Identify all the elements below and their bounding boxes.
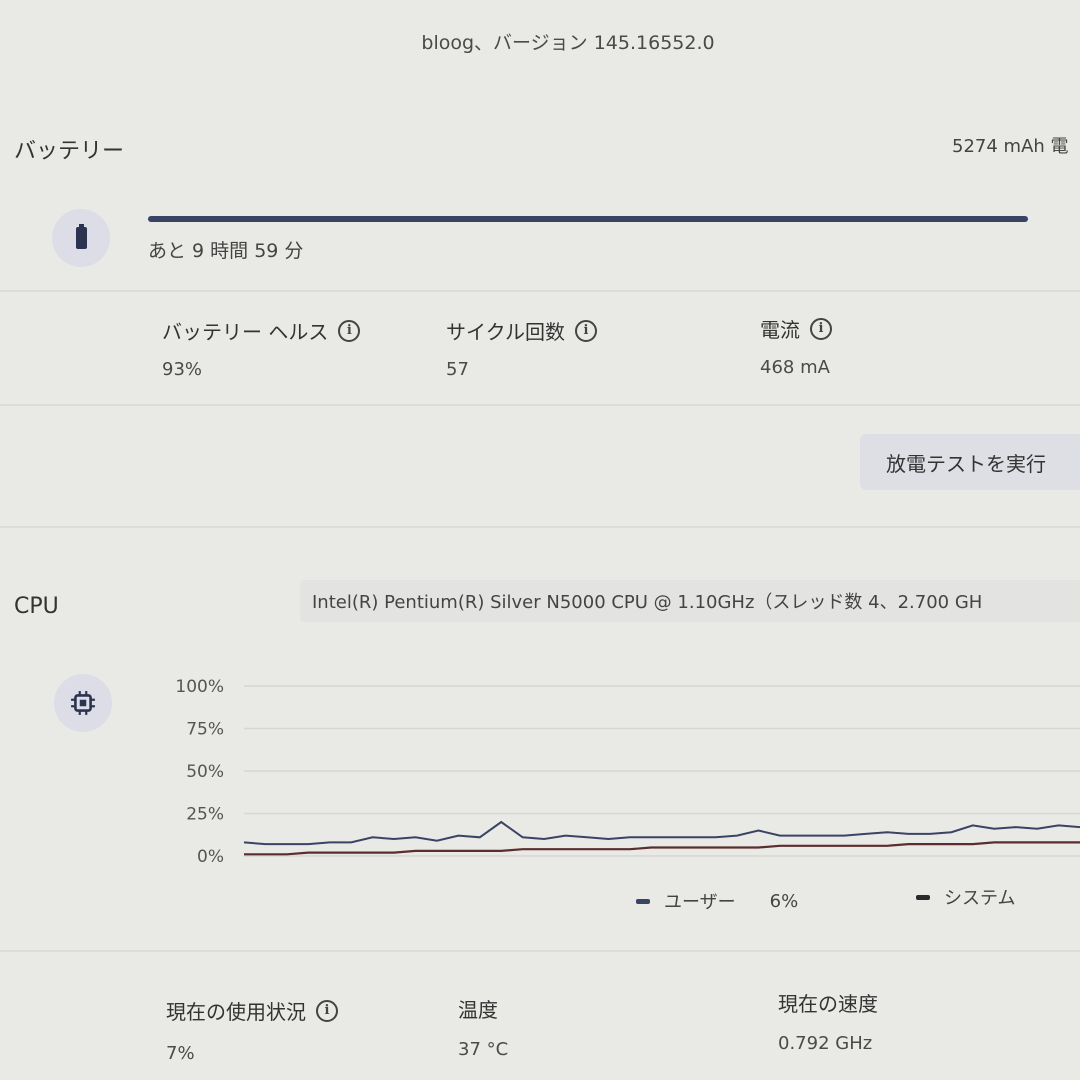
- current-speed-value: 0.792 GHz: [778, 1033, 873, 1054]
- legend-system-label: システム: [944, 888, 1016, 909]
- cycle-count-value: 57: [446, 359, 469, 380]
- battery-remaining-time: あと 9 時間 59 分: [148, 240, 304, 262]
- battery-health-metric: バッテリー ヘルス i 93%: [162, 316, 361, 380]
- legend-user-value: 6%: [769, 890, 799, 912]
- section-divider: [0, 526, 1080, 528]
- current-usage-metric: 現在の使用状況 i 7%: [166, 996, 338, 1064]
- info-icon[interactable]: i: [316, 999, 338, 1022]
- cpu-icon-badge: [54, 674, 112, 732]
- battery-icon: [75, 224, 87, 249]
- temperature-metric: 温度 37 °C: [458, 994, 508, 1060]
- info-icon[interactable]: i: [810, 317, 832, 340]
- y-tick-label: 25%: [186, 805, 224, 825]
- battery-health-value: 93%: [162, 359, 203, 380]
- version-text: bloog、バージョン 145.16552.0: [421, 32, 715, 54]
- legend-user-swatch: [636, 898, 650, 904]
- battery-divider: [0, 290, 1080, 292]
- battery-charge-fill: [148, 216, 1028, 222]
- y-tick-label: 0%: [197, 847, 224, 867]
- battery-health-label: バッテリー ヘルス: [162, 320, 329, 344]
- y-tick-label: 75%: [186, 720, 224, 740]
- temperature-value: 37 °C: [458, 1039, 509, 1060]
- current-speed-metric: 現在の速度 0.792 GHz: [778, 988, 878, 1054]
- current-usage-value: 7%: [166, 1043, 195, 1064]
- temperature-label: 温度: [458, 998, 498, 1022]
- legend-system: システム: [916, 884, 1015, 910]
- cycle-count-label: サイクル回数: [446, 320, 565, 344]
- battery-charge-bar: [148, 216, 1028, 222]
- battery-capacity: 5274 mAh 電: [952, 136, 1069, 157]
- battery-section-title: バッテリー: [14, 139, 125, 164]
- current-value: 468 mA: [760, 357, 830, 378]
- legend-user: ユーザー 6%: [636, 888, 798, 914]
- battery-icon-badge: [52, 209, 110, 267]
- info-icon[interactable]: i: [338, 319, 361, 342]
- run-discharge-test-button[interactable]: 放電テストを実行: [860, 434, 1080, 490]
- legend-user-label: ユーザー: [664, 892, 736, 913]
- current-speed-label: 現在の速度: [778, 992, 878, 1016]
- y-tick-label: 100%: [175, 677, 224, 697]
- current-label: 電流: [760, 318, 800, 342]
- cpu-chip-icon: [71, 691, 95, 715]
- battery-metrics-divider: [0, 404, 1080, 406]
- cpu-section-title: CPU: [14, 594, 59, 619]
- cpu-chart-divider: [0, 950, 1080, 952]
- cpu-usage-chart: 100% 75% 50% 25% 0%: [175, 677, 1080, 867]
- cpu-model-text: Intel(R) Pentium(R) Silver N5000 CPU @ 1…: [300, 580, 1080, 622]
- legend-system-swatch: [916, 894, 930, 900]
- series-line-system: [244, 841, 1080, 856]
- y-tick-label: 50%: [186, 762, 224, 782]
- cycle-count-metric: サイクル回数 i 57: [446, 316, 597, 380]
- series-line-user: [243, 820, 1080, 846]
- info-icon[interactable]: i: [575, 319, 597, 342]
- current-usage-label: 現在の使用状況: [166, 1000, 306, 1024]
- current-metric: 電流 i 468 mA: [760, 314, 832, 378]
